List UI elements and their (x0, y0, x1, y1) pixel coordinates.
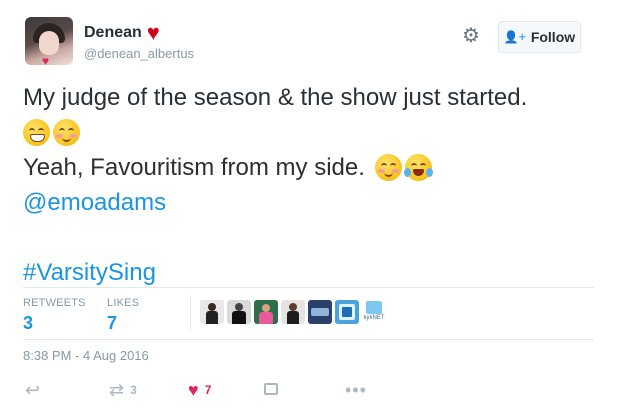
liker-avatar-1[interactable] (200, 300, 224, 324)
tweet-line-6: #VarsitySing (23, 255, 593, 290)
follow-button[interactable]: 👤+ Follow (498, 21, 581, 53)
follow-label: Follow (530, 29, 576, 45)
smiling-face-emoji (53, 119, 80, 146)
more-button[interactable]: ••• (345, 380, 367, 400)
tweet-line-4: @emoadams (23, 185, 593, 220)
retweets-label: RETWEETS (23, 297, 86, 309)
reply-icon: ↩ (25, 380, 41, 400)
likers-list: kykNET (200, 300, 386, 324)
tweet-line-3: Yeah, Favouritism from my side. (23, 150, 593, 185)
tears-of-joy-emoji (403, 154, 433, 181)
likes-stat[interactable]: LIKES 7 (107, 297, 139, 334)
gear-icon[interactable]: ⚙ (460, 25, 482, 47)
grinning-face-emoji (23, 119, 50, 146)
liker-avatar-4[interactable] (281, 300, 305, 324)
retweet-count: 3 (130, 383, 137, 397)
liker-avatar-5[interactable] (308, 300, 332, 324)
stats-bottom-divider (23, 339, 594, 340)
likes-label: LIKES (107, 297, 140, 309)
stats-divider (190, 295, 191, 330)
stats-top-divider (23, 287, 594, 288)
author-avatar[interactable]: ♥ (25, 17, 73, 65)
liker-avatar-2[interactable] (227, 300, 251, 324)
like-count: 7 (204, 383, 212, 397)
liker-avatar-7[interactable]: kykNET (362, 300, 386, 324)
more-icon: ••• (345, 380, 367, 400)
author-handle[interactable]: @denean_albertus (84, 46, 194, 61)
hashtag-link[interactable]: #VarsitySing (23, 255, 156, 290)
heart-icon: ♥ (188, 380, 199, 400)
avatar-heart-icon: ♥ (42, 54, 50, 65)
media-button[interactable] (264, 380, 278, 395)
likes-count: 7 (107, 313, 118, 333)
tweet-text: My judge of the season & the show just s… (23, 80, 593, 290)
mention-link[interactable]: @emoadams (23, 185, 166, 220)
tweet-line-2 (23, 115, 593, 150)
retweets-count: 3 (23, 313, 34, 333)
retweet-button[interactable]: ⇄ 3 (109, 380, 137, 400)
like-button[interactable]: ♥ 7 (188, 380, 211, 400)
liker-avatar-3[interactable] (254, 300, 278, 324)
tweet-line-1: My judge of the season & the show just s… (23, 84, 528, 111)
liker-caption: kykNET (363, 315, 385, 321)
heart-icon: ♥ (146, 20, 160, 45)
tweet-timestamp[interactable]: 8:38 PM - 4 Aug 2016 (23, 348, 149, 363)
image-icon (264, 383, 278, 395)
add-user-icon: 👤+ (503, 30, 526, 44)
retweets-stat[interactable]: RETWEETS 3 (23, 297, 86, 334)
liker-avatar-6[interactable] (335, 300, 359, 324)
smiling-face-emoji (374, 154, 402, 181)
reply-button[interactable]: ↩ (25, 380, 40, 400)
author-display-name: Denean (84, 24, 142, 41)
retweet-icon: ⇄ (109, 380, 125, 400)
author-name[interactable]: Denean ♥ (84, 20, 160, 45)
